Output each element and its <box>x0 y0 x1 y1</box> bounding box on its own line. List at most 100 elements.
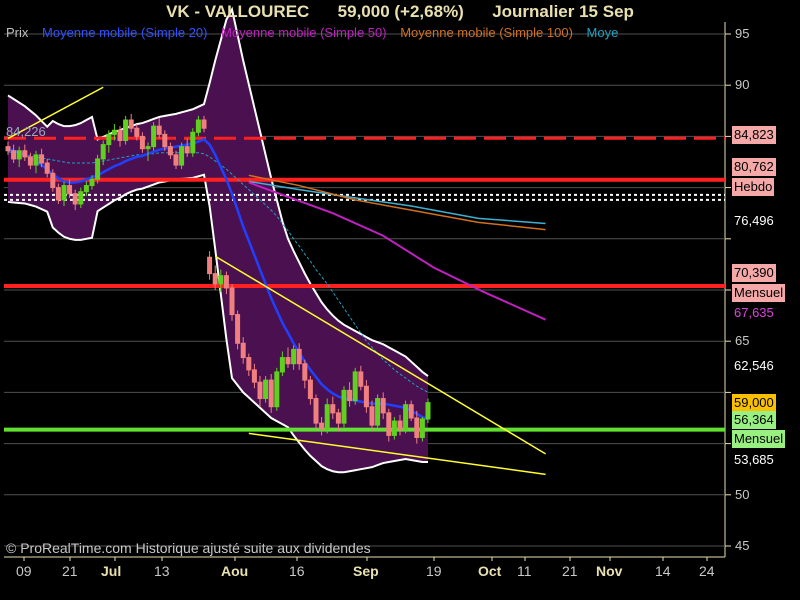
time-tick-label: 19 <box>426 563 442 579</box>
time-tick-label: 09 <box>16 563 32 579</box>
candle-body <box>167 146 173 156</box>
candle-body <box>173 154 179 166</box>
candle-body <box>363 385 369 408</box>
candle-body <box>111 129 117 135</box>
candle-body <box>246 357 252 371</box>
ma100-line <box>248 174 546 231</box>
time-tick-label: Aou <box>221 563 249 579</box>
time-tick-label: 14 <box>655 563 671 579</box>
candle-body <box>145 146 151 150</box>
price-tag: Mensuel <box>732 430 786 448</box>
candle-body <box>162 133 168 148</box>
candle-body <box>302 363 308 381</box>
candle-body <box>296 348 302 365</box>
candle-body <box>207 256 213 275</box>
time-tick-label: 11 <box>517 563 532 579</box>
candle-body <box>285 357 291 365</box>
price-tick-label: 50 <box>735 486 750 502</box>
legend-ma50: Moyenne mobile (Simple 50) <box>221 25 387 40</box>
chart-grid <box>4 22 731 561</box>
candle-body <box>330 404 336 414</box>
level-label: 84,226 <box>6 124 46 139</box>
time-tick-label: 24 <box>699 563 715 579</box>
price-tag: Hebdo <box>732 178 775 196</box>
candle-body <box>369 406 375 426</box>
candle-body <box>67 185 73 195</box>
candle-body <box>335 412 341 424</box>
candle-body <box>78 191 84 205</box>
candle-body <box>22 150 28 158</box>
price-tag: 56,364 <box>732 411 776 429</box>
candle-body <box>16 150 22 160</box>
price-tag: 80,762 <box>732 158 776 176</box>
candle-body <box>375 398 381 426</box>
price-tag: 84,823 <box>732 126 776 144</box>
candle-body <box>347 389 353 402</box>
candle-body <box>240 342 246 359</box>
candle-body <box>179 146 185 166</box>
time-tick-label: 21 <box>62 563 78 579</box>
candle-body <box>313 398 319 424</box>
candle-body <box>425 402 431 420</box>
candle-body <box>414 417 420 438</box>
legend-ma-trunc: Moye <box>586 25 619 40</box>
candle-body <box>229 287 235 316</box>
time-tick-label: Nov <box>596 563 623 579</box>
candle-body <box>307 379 313 400</box>
candle-body <box>419 418 425 438</box>
chart-header: VK - VALLOUREC 59,000 (+2,68%) Journalie… <box>0 2 800 22</box>
candle-body <box>397 420 403 430</box>
candle-body <box>27 156 33 166</box>
price-chart[interactable] <box>0 0 800 600</box>
candle-body <box>190 131 196 154</box>
candle-body <box>268 379 274 408</box>
candle-body <box>33 154 39 166</box>
candle-body <box>291 348 297 365</box>
price-tag: 59,000 <box>732 394 776 412</box>
time-tick-label: 21 <box>562 563 578 579</box>
candle-body <box>39 154 45 164</box>
candle-body <box>279 357 285 373</box>
price-tick-label: 45 <box>735 538 750 553</box>
candle-body <box>5 146 11 152</box>
candle-body <box>324 404 330 430</box>
candle-body <box>44 162 50 174</box>
candle-body <box>151 125 157 148</box>
time-tick-label: Oct <box>478 563 502 579</box>
candle-body <box>61 185 67 201</box>
price-tick-label: 65 <box>735 333 750 349</box>
price-tag: 62,546 <box>732 357 776 375</box>
candle-body <box>319 422 325 430</box>
price-change: 59,000 (+2,68%) <box>337 2 464 21</box>
time-tick-label: 13 <box>154 563 170 579</box>
time-tick-label: Jul <box>101 563 122 579</box>
candle-body <box>139 135 145 150</box>
candle-body <box>83 185 89 193</box>
candle-body <box>134 127 140 137</box>
candle-body <box>11 150 17 160</box>
candle-body <box>358 371 364 387</box>
candle-body <box>257 381 263 400</box>
candle-body <box>212 273 218 285</box>
period-label: Journalier 15 Sep <box>492 2 634 21</box>
candle-body <box>218 275 224 285</box>
candle-body <box>106 133 112 146</box>
candle-body <box>55 187 61 201</box>
candle-body <box>72 193 78 205</box>
legend-prix: Prix <box>6 25 29 40</box>
price-tag: 76,496 <box>732 212 776 230</box>
candle-body <box>380 398 386 414</box>
price-tag: 67,635 <box>732 304 776 322</box>
candle-body <box>263 379 269 400</box>
candle-body <box>123 119 129 141</box>
legend-ma20: Moyenne mobile (Simple 20) <box>42 25 208 40</box>
candle-body <box>100 144 106 160</box>
price-tag: 53,685 <box>732 451 776 469</box>
price-tick-label: 90 <box>735 77 750 93</box>
candle-body <box>50 172 56 189</box>
legend: Prix Moyenne mobile (Simple 20) Moyenne … <box>6 25 628 40</box>
candle-body <box>95 158 101 180</box>
candle-body <box>184 146 190 154</box>
candle-body <box>341 389 347 424</box>
price-tag: Mensuel <box>732 284 786 302</box>
